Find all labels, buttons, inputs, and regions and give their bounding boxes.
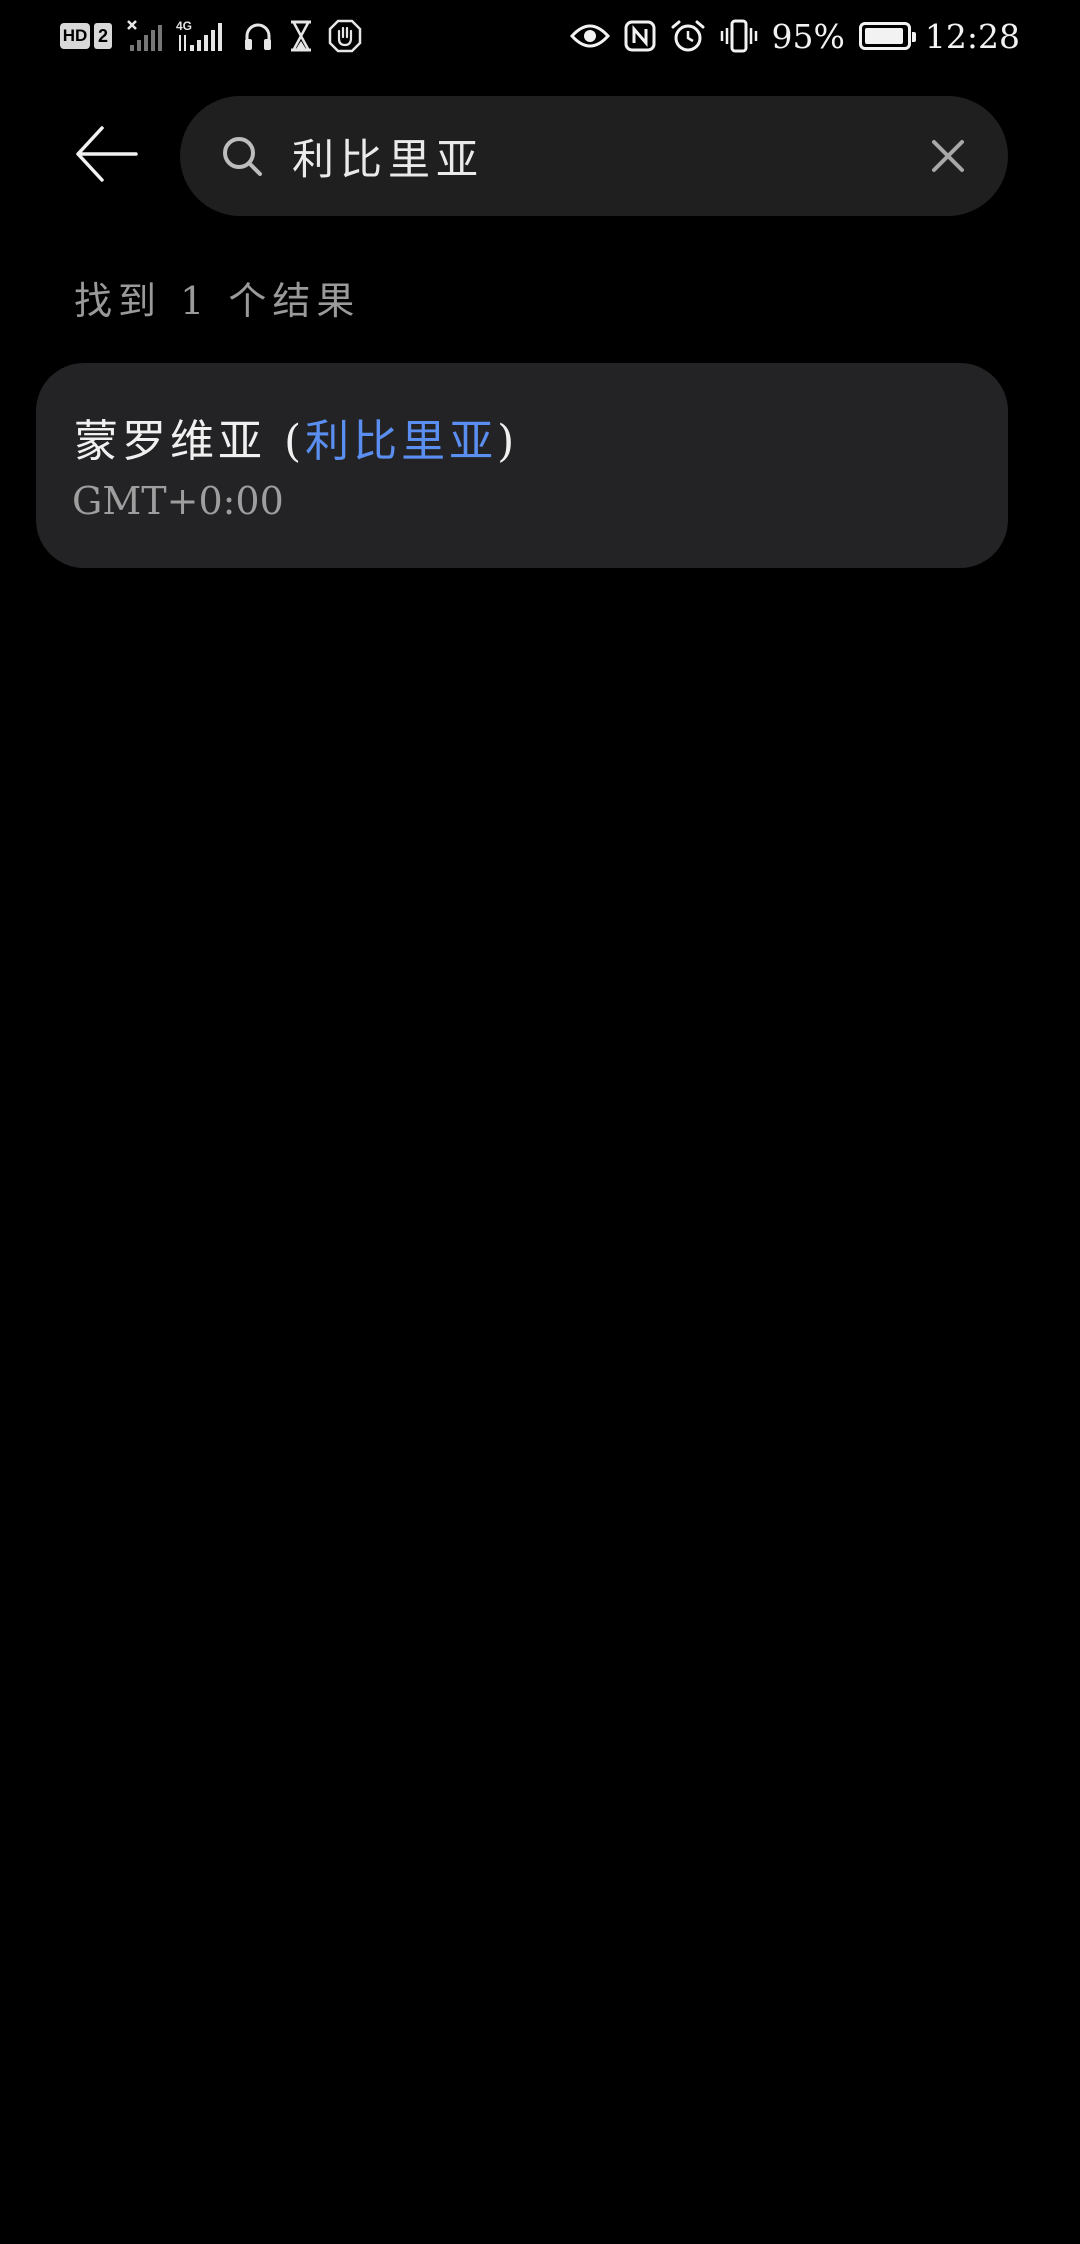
status-bar: HD 2 4G 95% 12:28 (0, 0, 1080, 72)
battery-percent: 95% (771, 16, 845, 56)
eye-icon (569, 24, 610, 48)
clock: 12:28 (924, 16, 1020, 56)
result-count-label: 找到 1 个结果 (74, 279, 361, 323)
timezone-label: GMT+0:00 (72, 479, 284, 523)
back-button[interactable] (74, 122, 138, 186)
list-item[interactable]: 蒙罗维亚 (利比里亚) GMT+0:00 (36, 363, 1008, 568)
paren-open: ( (266, 416, 306, 467)
close-icon (932, 140, 964, 172)
battery-icon (858, 22, 916, 50)
4g-signal-icon: 4G (176, 19, 222, 51)
vibrate-icon (720, 19, 757, 53)
result-title: 蒙罗维亚 (利比里亚) (74, 405, 518, 469)
paren-close: ) (497, 416, 519, 467)
status-bar-left: HD 2 4G (60, 16, 376, 56)
battery-tip (911, 32, 916, 42)
arrow-left-icon (76, 126, 138, 182)
search-bar[interactable] (180, 96, 1008, 216)
hd-icon: HD (60, 23, 90, 49)
hourglass-icon (291, 20, 311, 52)
battery-fill (864, 28, 903, 44)
network-type-label: 4G (176, 19, 192, 33)
nfc-icon (624, 20, 656, 52)
clear-search-button[interactable] (924, 132, 972, 180)
hand-icon (328, 19, 362, 53)
country-name-highlight: 利比里亚 (305, 416, 498, 467)
sim2-icon: 2 (94, 23, 112, 49)
status-bar-right: 95% 12:28 (556, 14, 1020, 58)
city-name: 蒙罗维亚 (74, 416, 266, 467)
headphones-icon (245, 23, 271, 50)
alarm-icon (671, 20, 705, 52)
search-input[interactable] (292, 120, 852, 192)
no-signal-icon (127, 20, 162, 51)
search-icon (223, 137, 262, 176)
